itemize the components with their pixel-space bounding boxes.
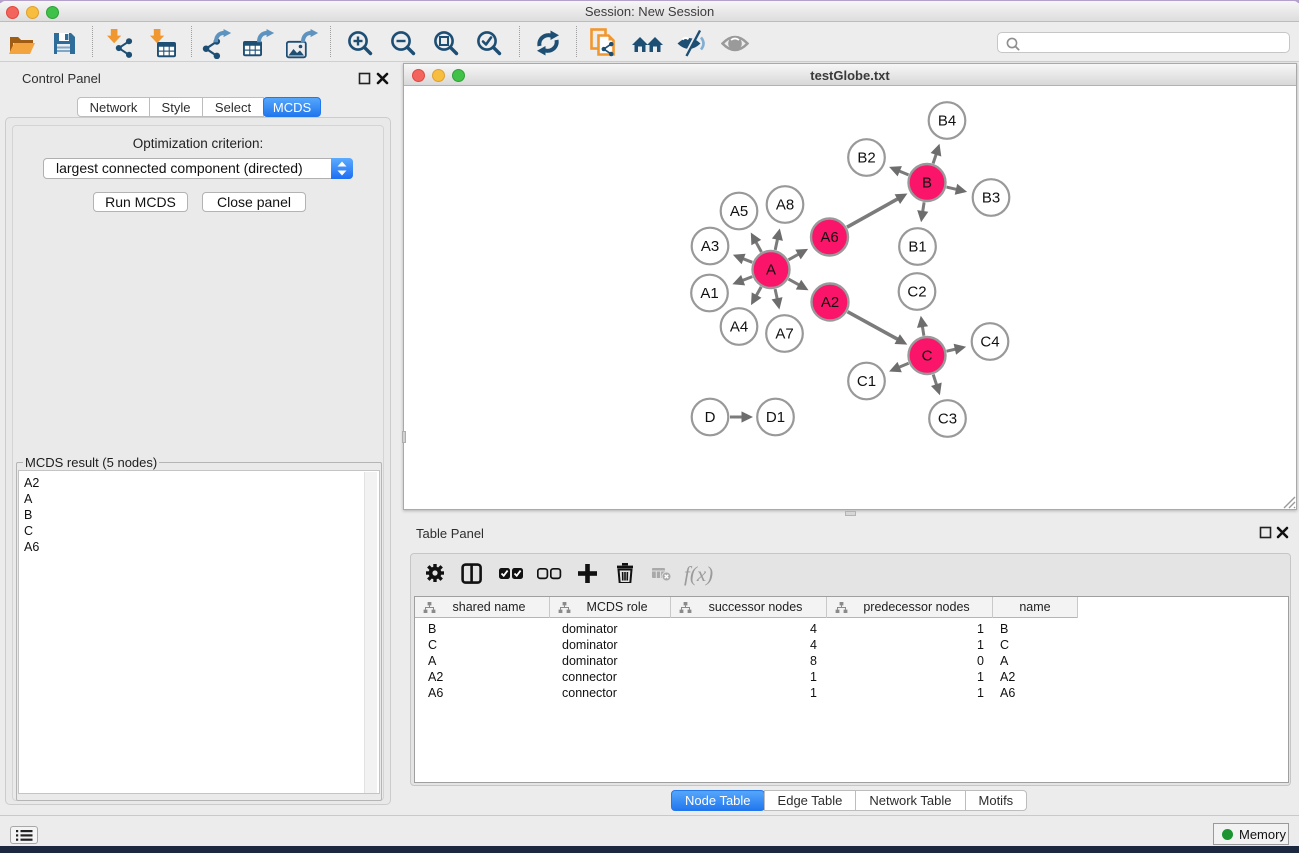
svg-text:C1: C1 bbox=[857, 373, 876, 390]
svg-text:D: D bbox=[705, 409, 716, 426]
svg-text:C4: C4 bbox=[980, 334, 999, 351]
svg-text:C: C bbox=[922, 348, 933, 365]
svg-text:A3: A3 bbox=[701, 238, 719, 255]
svg-text:A1: A1 bbox=[700, 285, 718, 302]
svg-text:C3: C3 bbox=[938, 411, 957, 428]
svg-text:A: A bbox=[766, 262, 776, 279]
svg-text:B: B bbox=[922, 175, 932, 192]
svg-text:B3: B3 bbox=[982, 190, 1000, 207]
svg-text:C2: C2 bbox=[907, 284, 926, 301]
svg-text:A8: A8 bbox=[776, 197, 794, 214]
svg-text:B4: B4 bbox=[938, 113, 956, 130]
svg-text:D1: D1 bbox=[766, 409, 785, 426]
svg-text:A4: A4 bbox=[730, 319, 748, 336]
svg-text:A2: A2 bbox=[821, 294, 839, 311]
svg-text:B1: B1 bbox=[908, 239, 926, 256]
svg-text:A5: A5 bbox=[730, 203, 748, 220]
svg-text:A7: A7 bbox=[775, 326, 793, 343]
svg-text:A6: A6 bbox=[820, 229, 838, 246]
svg-text:B2: B2 bbox=[857, 150, 875, 167]
